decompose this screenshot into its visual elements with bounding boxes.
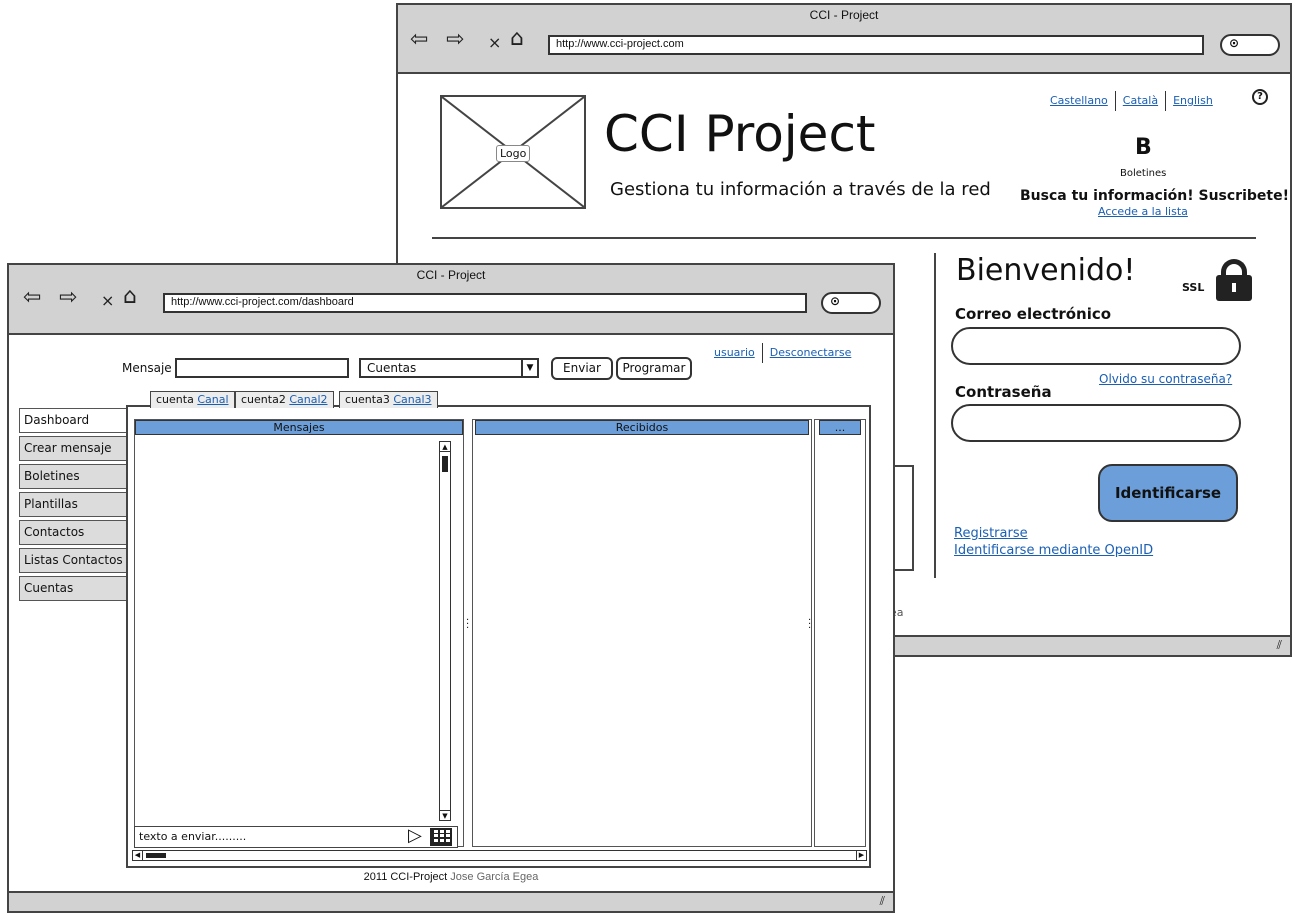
site-title: CCI Project xyxy=(604,105,876,163)
forward-arrow-icon[interactable]: ⇨ xyxy=(446,29,464,51)
boletines-icon[interactable]: B xyxy=(1135,135,1152,160)
lang-english-link[interactable]: English xyxy=(1173,94,1213,107)
scroll-thumb[interactable] xyxy=(146,853,166,858)
browser-toolbar: CCI - Project ⇦ ⇨ × ⌂ http://www.cci-pro… xyxy=(9,265,893,335)
received-column-header: Recibidos xyxy=(475,420,809,435)
messages-column-header: Mensajes xyxy=(135,420,463,435)
dashboard-panel: cuenta Canal cuenta2 Canal2 cuenta3 Cana… xyxy=(126,391,871,868)
scroll-left-icon[interactable]: ◀ xyxy=(133,851,143,860)
home-icon[interactable]: ⌂ xyxy=(123,286,137,308)
back-arrow-icon[interactable]: ⇦ xyxy=(23,287,41,309)
tab-channel-link[interactable]: Canal3 xyxy=(393,393,431,406)
chevron-down-icon[interactable]: ▼ xyxy=(521,360,537,376)
sidebar-item-crear-mensaje[interactable]: Crear mensaje xyxy=(19,436,127,461)
scroll-thumb[interactable] xyxy=(442,456,448,472)
extra-column-header: ... xyxy=(819,420,861,435)
close-icon[interactable]: × xyxy=(101,290,114,312)
messages-scrollbar[interactable]: ▲ ▼ xyxy=(439,441,451,821)
tab-channel-link[interactable]: Canal2 xyxy=(289,393,327,406)
sidebar-item-boletines[interactable]: Boletines xyxy=(19,464,127,489)
status-bar: ⫽ xyxy=(9,891,893,911)
tab-account-label: cuenta xyxy=(156,393,194,406)
sidebar-item-plantillas[interactable]: Plantillas xyxy=(19,492,127,517)
lang-catala-link[interactable]: Català xyxy=(1123,94,1158,107)
send-button[interactable]: Enviar xyxy=(551,357,613,380)
forward-arrow-icon[interactable]: ⇨ xyxy=(59,287,77,309)
content-divider xyxy=(934,253,936,578)
address-bar[interactable]: http://www.cci-project.com/dashboard xyxy=(163,293,807,313)
footer-author: Jose García Egea xyxy=(450,871,539,883)
subscribe-text: Busca tu información! Suscribete! xyxy=(1020,188,1289,204)
account-select-value: Cuentas xyxy=(367,361,417,375)
scroll-right-icon[interactable]: ▶ xyxy=(856,851,866,860)
account-select[interactable]: Cuentas ▼ xyxy=(359,358,539,378)
password-field[interactable] xyxy=(951,404,1241,442)
column-resize-handle[interactable]: · · · xyxy=(466,616,469,634)
subscribe-list-link[interactable]: Accede a la lista xyxy=(1098,205,1188,218)
forgot-password-link[interactable]: Olvido su contraseña? xyxy=(1099,372,1232,386)
logo-placeholder: Logo xyxy=(440,95,586,209)
sidebar: Dashboard Crear mensaje Boletines Planti… xyxy=(19,408,129,604)
messages-column: Mensajes xyxy=(134,419,464,847)
tab-cuenta2[interactable]: cuenta2 Canal2 xyxy=(235,391,334,408)
welcome-heading: Bienvenido! xyxy=(956,253,1136,288)
boletines-label: Boletines xyxy=(1120,168,1167,179)
dashboard-browser-window: CCI - Project ⇦ ⇨ × ⌂ http://www.cci-pro… xyxy=(7,263,895,913)
login-button[interactable]: Identificarse xyxy=(1098,464,1238,522)
resize-grip-icon[interactable]: ⫽ xyxy=(1277,638,1282,653)
column-resize-handle[interactable]: · · · xyxy=(808,616,811,634)
language-switcher: Castellano Català English xyxy=(1050,91,1213,111)
sidebar-item-dashboard[interactable]: Dashboard xyxy=(19,408,129,433)
page-footer: 2011 CCI-Project Jose García Egea xyxy=(9,871,893,883)
search-button[interactable]: ⊙ xyxy=(1220,34,1280,56)
ssl-label: SSL xyxy=(1182,281,1205,294)
logout-link[interactable]: Desconectarse xyxy=(770,346,852,359)
help-icon[interactable]: ? xyxy=(1252,89,1268,105)
header-divider xyxy=(432,237,1256,239)
lock-icon xyxy=(1216,259,1252,301)
schedule-button[interactable]: Programar xyxy=(616,357,692,380)
user-links: usuario Desconectarse xyxy=(714,343,851,363)
home-icon[interactable]: ⌂ xyxy=(510,28,524,50)
site-tagline: Gestiona tu información a través de la r… xyxy=(610,179,991,200)
send-icon[interactable]: ▷ xyxy=(408,826,422,846)
sidebar-item-cuentas[interactable]: Cuentas xyxy=(19,576,127,601)
message-input[interactable] xyxy=(175,358,349,378)
tab-cuenta[interactable]: cuenta Canal xyxy=(150,391,235,408)
sidebar-item-listas-contactos[interactable]: Listas Contactos xyxy=(19,548,127,573)
openid-login-link[interactable]: Identificarse mediante OpenID xyxy=(954,543,1153,558)
browser-toolbar: CCI - Project ⇦ ⇨ × ⌂ http://www.cci-pro… xyxy=(398,5,1290,74)
received-column: Recibidos xyxy=(472,419,812,847)
tab-cuenta3[interactable]: cuenta3 Canal3 xyxy=(339,391,438,408)
message-label: Mensaje xyxy=(122,361,172,375)
search-button[interactable]: ⊙ xyxy=(821,292,881,314)
lang-castellano-link[interactable]: Castellano xyxy=(1050,94,1108,107)
sidebar-item-contactos[interactable]: Contactos xyxy=(19,520,127,545)
search-icon: ⊙ xyxy=(830,294,841,308)
close-icon[interactable]: × xyxy=(488,32,501,54)
calendar-icon[interactable] xyxy=(430,828,452,846)
tab-account-label: cuenta2 xyxy=(241,393,286,406)
footer-text: 2011 CCI-Project xyxy=(363,871,448,883)
resize-grip-icon[interactable]: ⫽ xyxy=(880,894,885,909)
scroll-up-icon[interactable]: ▲ xyxy=(440,442,450,452)
register-link[interactable]: Registrarse xyxy=(954,526,1028,541)
search-icon: ⊙ xyxy=(1229,36,1240,50)
tab-account-label: cuenta3 xyxy=(345,393,390,406)
address-bar[interactable]: http://www.cci-project.com xyxy=(548,35,1204,55)
window-title: CCI - Project xyxy=(416,268,486,282)
logo-label: Logo xyxy=(496,145,531,162)
window-title: CCI - Project xyxy=(809,8,879,22)
horizontal-scrollbar[interactable]: ◀ ▶ xyxy=(132,850,867,861)
tab-channel-link[interactable]: Canal xyxy=(197,393,228,406)
extra-column: ... xyxy=(814,419,866,847)
email-field[interactable] xyxy=(951,327,1241,365)
back-arrow-icon[interactable]: ⇦ xyxy=(410,29,428,51)
email-label: Correo electrónico xyxy=(955,305,1112,323)
password-label: Contraseña xyxy=(955,383,1052,401)
user-link[interactable]: usuario xyxy=(714,346,755,359)
scroll-down-icon[interactable]: ▼ xyxy=(440,810,450,820)
